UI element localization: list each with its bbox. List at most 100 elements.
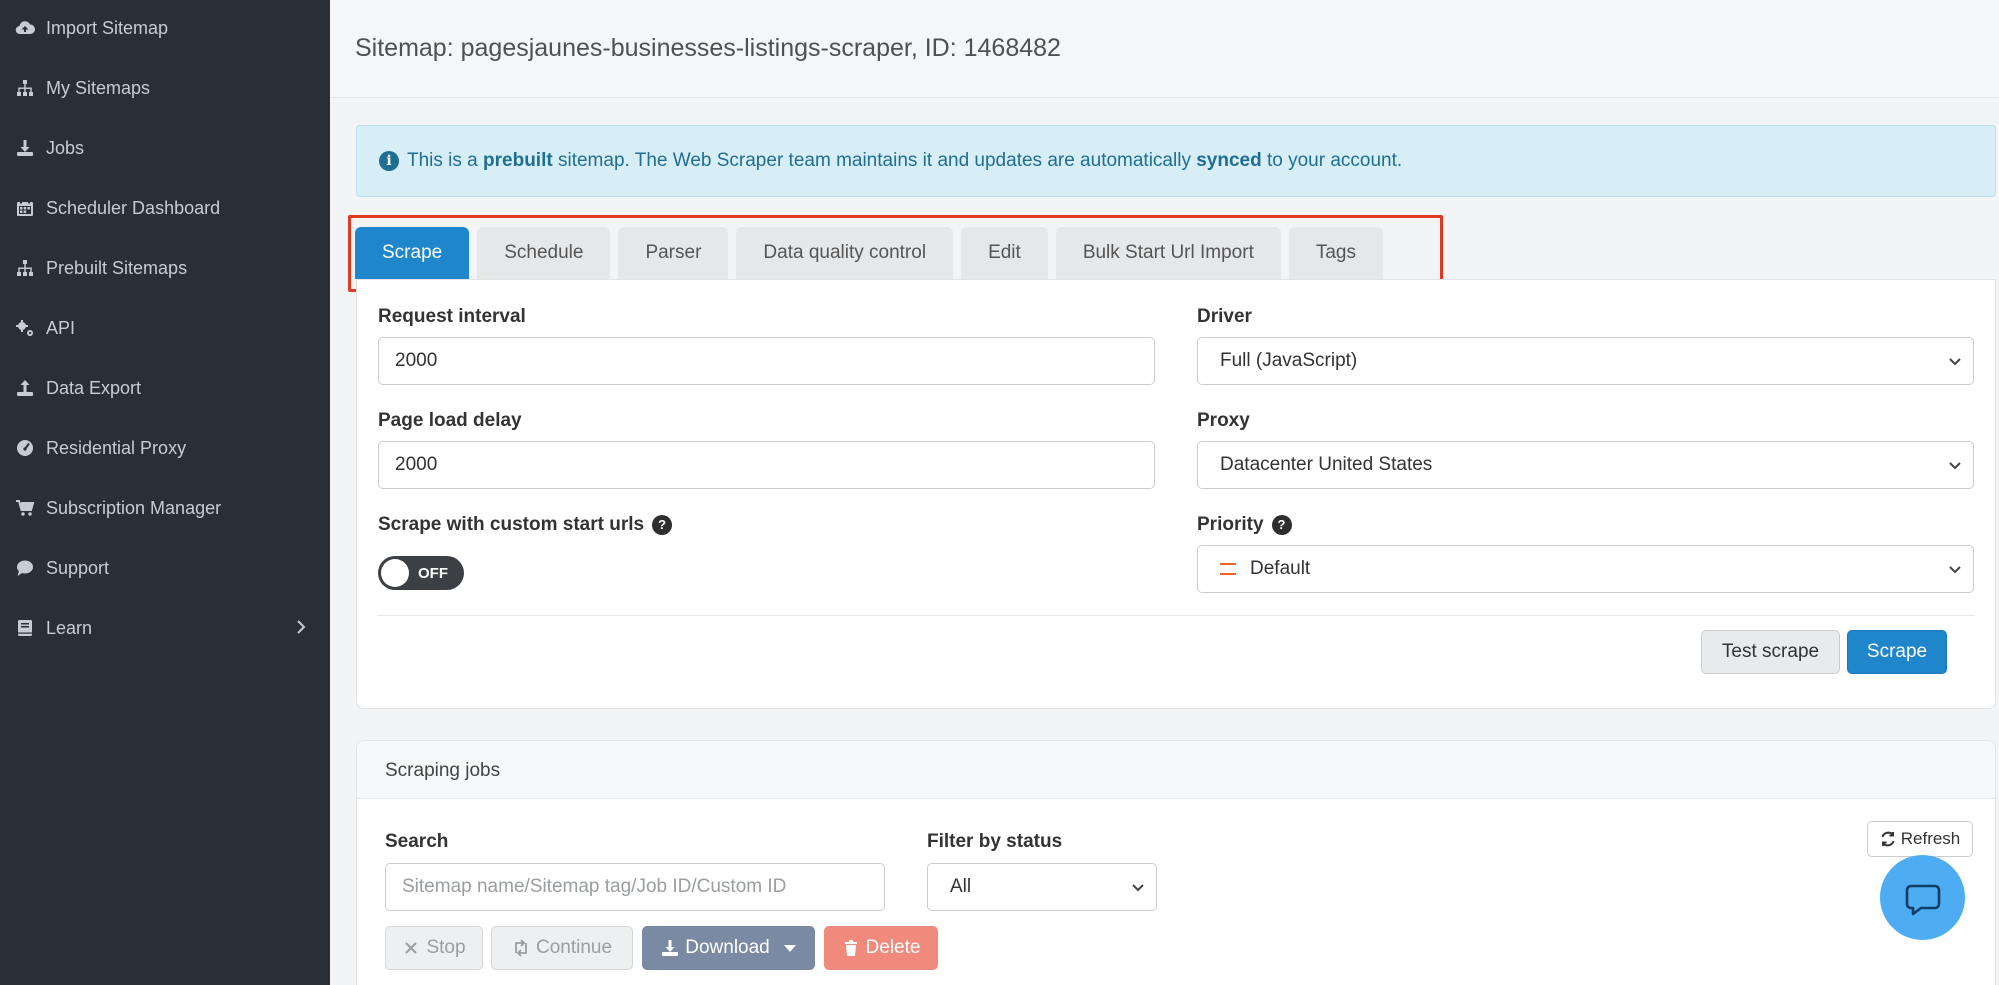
sidebar-item-label: Data Export: [46, 377, 142, 398]
sidebar-item-scheduler-dashboard[interactable]: Scheduler Dashboard: [0, 178, 330, 238]
delete-button[interactable]: Delete: [824, 926, 938, 970]
sidebar-item-import-sitemap[interactable]: Import Sitemap: [0, 0, 330, 58]
filter-by-status-label: Filter by status: [927, 831, 1063, 852]
caret-down-icon: [783, 944, 796, 952]
support-chat-widget[interactable]: [1880, 855, 1965, 940]
request-interval-input[interactable]: 2000: [378, 337, 1155, 385]
toggle-state-text: OFF: [418, 565, 448, 582]
refresh-button[interactable]: Refresh: [1867, 821, 1973, 857]
info-icon: i: [379, 151, 399, 171]
search-placeholder: Sitemap name/Sitemap tag/Job ID/Custom I…: [402, 876, 787, 897]
chat-icon: [1905, 884, 1940, 915]
chevron-down-icon: [1130, 879, 1146, 895]
sidebar-item-label: API: [46, 317, 76, 338]
search-label: Search: [385, 831, 449, 852]
gears-icon: [14, 317, 36, 339]
tab-edit[interactable]: Edit: [961, 227, 1048, 279]
tab-bulk-start-url-import[interactable]: Bulk Start Url Import: [1055, 227, 1281, 279]
sidebar-item-label: Scheduler Dashboard: [46, 197, 221, 218]
continue-label: Continue: [535, 937, 613, 958]
alert-text-part: sitemap. The Web Scraper team maintains …: [552, 150, 1197, 171]
calendar-icon: [14, 197, 36, 219]
gauge-icon: [14, 437, 36, 459]
delete-label: Delete: [865, 937, 921, 958]
chat-bubble-icon: [14, 557, 36, 579]
priority-label: Priority?: [1197, 514, 1292, 536]
question-icon[interactable]: ?: [1271, 514, 1292, 535]
sidebar-item-prebuilt-sitemaps[interactable]: Prebuilt Sitemaps: [0, 238, 330, 298]
driver-select[interactable]: Full (JavaScript): [1197, 337, 1974, 385]
sidebar-item-my-sitemaps[interactable]: My Sitemaps: [0, 58, 330, 118]
sidebar-item-label: Residential Proxy: [46, 437, 187, 458]
driver-label: Driver: [1197, 306, 1252, 327]
scrape-panel: Request interval 2000 Page load delay 20…: [356, 279, 1996, 709]
question-icon[interactable]: ?: [652, 514, 673, 535]
stop-label: Stop: [426, 937, 466, 958]
scraping-jobs-title: Scraping jobs: [385, 760, 501, 781]
download-button[interactable]: Download: [642, 926, 815, 970]
sitemap-icon: [14, 77, 36, 99]
sidebar: Import Sitemap My Sitemaps Jobs Schedule…: [0, 0, 330, 985]
alert-bold-synced: synced: [1196, 150, 1262, 171]
sidebar-item-learn[interactable]: Learn: [0, 598, 330, 658]
tab-scrape[interactable]: Scrape: [355, 227, 470, 279]
scraping-jobs-header: Scraping jobs: [357, 741, 1995, 799]
refresh-icon: [1881, 831, 1895, 847]
chevron-right-icon: [292, 618, 310, 636]
page-load-delay-input[interactable]: 2000: [378, 441, 1155, 489]
search-input[interactable]: Sitemap name/Sitemap tag/Job ID/Custom I…: [385, 863, 885, 911]
refresh-label: Refresh: [1900, 829, 1961, 848]
download-label: Download: [685, 937, 770, 958]
sitemap-tabs: Scrape Schedule Parser Data quality cont…: [355, 227, 1383, 279]
download-icon: [14, 137, 36, 159]
priority-label-text: Priority: [1197, 514, 1264, 535]
alert-text-part: This is a: [407, 150, 484, 171]
sidebar-item-subscription-manager[interactable]: Subscription Manager: [0, 478, 330, 538]
status-filter-value: All: [950, 876, 972, 897]
sidebar-item-label: My Sitemaps: [46, 77, 151, 98]
sidebar-item-support[interactable]: Support: [0, 538, 330, 598]
sidebar-item-label: Import Sitemap: [46, 17, 169, 38]
page-title: Sitemap: pagesjaunes-businesses-listings…: [355, 34, 1061, 62]
request-interval-label: Request interval: [378, 306, 526, 327]
sidebar-item-label: Subscription Manager: [46, 497, 222, 518]
driver-selected-value: Full (JavaScript): [1220, 350, 1358, 371]
retweet-icon: [515, 939, 527, 957]
sidebar-item-data-export[interactable]: Data Export: [0, 358, 330, 418]
proxy-select[interactable]: Datacenter United States: [1197, 441, 1974, 489]
prebuilt-info-alert: i This is a prebuilt sitemap. The Web Sc…: [356, 125, 1996, 197]
stop-button[interactable]: Stop: [385, 926, 483, 970]
upload-icon: [14, 377, 36, 399]
scrape-button[interactable]: Scrape: [1847, 630, 1947, 674]
toggle-knob: [381, 559, 409, 587]
custom-start-urls-toggle[interactable]: OFF: [378, 556, 464, 590]
tab-parser[interactable]: Parser: [618, 227, 729, 279]
priority-select[interactable]: Default: [1197, 545, 1974, 593]
page-load-delay-label: Page load delay: [378, 410, 522, 431]
chevron-down-icon: [1947, 457, 1963, 473]
sidebar-item-api[interactable]: API: [0, 298, 330, 358]
tab-tags[interactable]: Tags: [1288, 227, 1383, 279]
priority-equals-icon: [1220, 563, 1236, 575]
continue-button[interactable]: Continue: [491, 926, 633, 970]
sidebar-item-residential-proxy[interactable]: Residential Proxy: [0, 418, 330, 478]
custom-start-urls-label-text: Scrape with custom start urls: [378, 514, 645, 535]
tab-data-quality-control[interactable]: Data quality control: [736, 227, 954, 279]
chevron-down-icon: [1947, 561, 1963, 577]
test-scrape-button[interactable]: Test scrape: [1701, 630, 1840, 674]
chevron-down-icon: [1947, 353, 1963, 369]
close-icon: [405, 942, 418, 954]
cloud-upload-icon: [14, 17, 36, 39]
alert-text-part: to your account.: [1261, 150, 1403, 171]
sidebar-item-label: Prebuilt Sitemaps: [46, 257, 188, 278]
status-filter-select[interactable]: All: [927, 863, 1157, 911]
proxy-label: Proxy: [1197, 410, 1250, 431]
form-divider: [377, 615, 1975, 616]
trash-icon: [844, 940, 857, 956]
alert-text: This is a prebuilt sitemap. The Web Scra…: [407, 150, 1402, 172]
sidebar-item-jobs[interactable]: Jobs: [0, 118, 330, 178]
sidebar-item-label: Jobs: [46, 137, 85, 158]
scraping-jobs-panel: Scraping jobs Search Sitemap name/Sitema…: [356, 740, 1996, 985]
tab-schedule[interactable]: Schedule: [477, 227, 611, 279]
page-header: Sitemap: pagesjaunes-businesses-listings…: [330, 0, 1999, 98]
